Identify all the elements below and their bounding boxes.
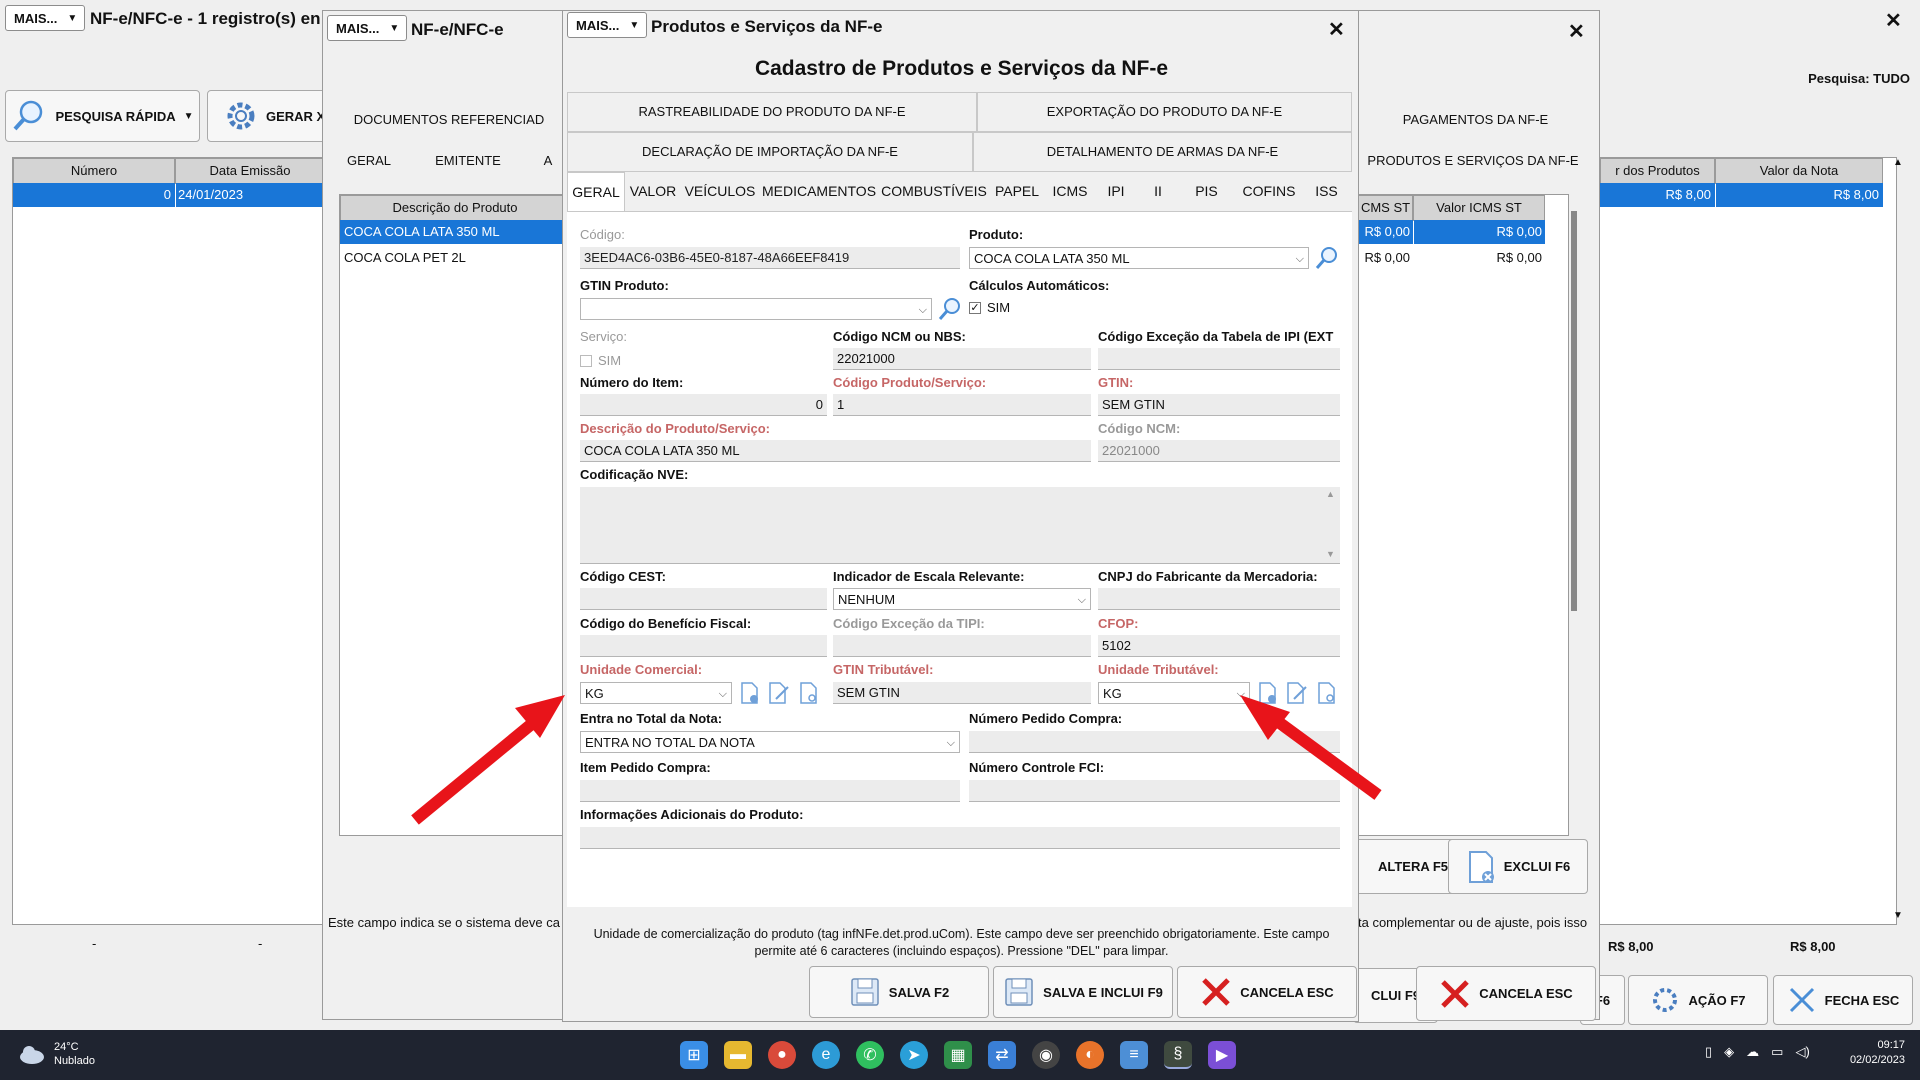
clock-time: 09:17 xyxy=(1877,1039,1905,1051)
firefox-icon[interactable]: ◐ xyxy=(1076,1041,1104,1069)
video-editor-icon[interactable]: ▶ xyxy=(1208,1041,1236,1069)
weather-widget[interactable]: 24°C Nublado xyxy=(18,1040,95,1068)
chrome-icon[interactable]: ● xyxy=(768,1041,796,1069)
file-explorer-icon[interactable]: ▬ xyxy=(724,1041,752,1069)
remote-app-icon[interactable]: ⇄ xyxy=(988,1041,1016,1069)
notepad-icon[interactable]: ≡ xyxy=(1120,1041,1148,1069)
erp-app-icon[interactable]: § xyxy=(1164,1041,1192,1069)
annotation-arrows xyxy=(411,695,1382,825)
arrow-left-icon xyxy=(411,695,565,825)
arrow-right-icon xyxy=(1240,695,1382,800)
edge-icon[interactable]: e xyxy=(812,1041,840,1069)
volume-icon[interactable]: ◁) xyxy=(1795,1044,1809,1060)
battery-icon[interactable]: ▯ xyxy=(1705,1044,1712,1060)
whatsapp-icon[interactable]: ✆ xyxy=(856,1041,884,1069)
weather-temp: 24°C xyxy=(54,1041,79,1053)
network-icon[interactable]: ▭ xyxy=(1771,1044,1783,1060)
clock-date: 02/02/2023 xyxy=(1849,1054,1905,1066)
shield-icon[interactable]: ◈ xyxy=(1724,1044,1734,1060)
app-icon[interactable]: ◉ xyxy=(1032,1041,1060,1069)
cloud-icon xyxy=(20,1046,44,1064)
spreadsheet-icon[interactable]: ▦ xyxy=(944,1041,972,1069)
taskbar-apps: ⊞ ▬ ● e ✆ ➤ ▦ ⇄ ◉ ◐ ≡ § ▶ xyxy=(680,1041,1236,1069)
clock[interactable]: 09:17 02/02/2023 xyxy=(1830,1038,1905,1068)
weather-desc: Nublado xyxy=(54,1055,95,1067)
cloud-sync-icon[interactable]: ☁ xyxy=(1746,1044,1759,1060)
system-tray: ▯ ◈ ☁ ▭ ◁) xyxy=(1705,1044,1810,1060)
taskbar: 24°C Nublado ⊞ ▬ ● e ✆ ➤ ▦ ⇄ ◉ ◐ ≡ § ▶ ▯… xyxy=(0,1030,1920,1080)
telegram-icon[interactable]: ➤ xyxy=(900,1041,928,1069)
windows-start-icon[interactable]: ⊞ xyxy=(680,1041,708,1069)
